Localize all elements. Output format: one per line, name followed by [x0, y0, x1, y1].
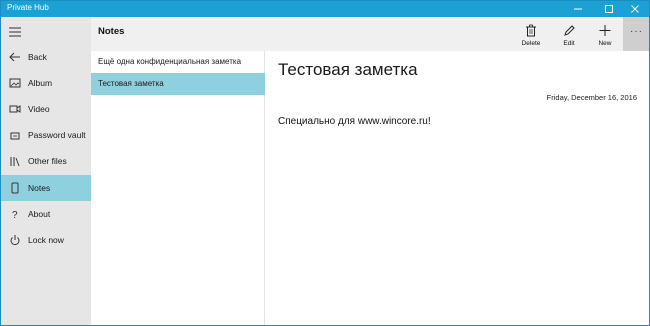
notes-list: Ещё одна конфиденциальная заметка Тестов… — [91, 51, 265, 325]
back-arrow-icon — [9, 52, 20, 62]
edit-label: Edit — [563, 40, 575, 47]
page-title: Notes — [98, 26, 125, 37]
sidebar-item-label: Lock now — [28, 235, 64, 245]
sidebar-item-label: Password vault — [28, 130, 86, 140]
note-title-text: Ещё одна конфиденциальная заметка — [98, 57, 242, 66]
sidebar-item-album[interactable]: Album — [1, 70, 91, 96]
close-icon — [631, 5, 639, 13]
sidebar: Back Album Video Password vault Other fi… — [1, 17, 91, 325]
svg-text:?: ? — [12, 210, 18, 220]
pencil-icon — [564, 25, 575, 36]
sidebar-item-other-files[interactable]: Other files — [1, 148, 91, 174]
sidebar-item-about[interactable]: ? About — [1, 201, 91, 227]
sidebar-item-label: Other files — [28, 156, 67, 166]
sidebar-item-label: Album — [28, 78, 53, 88]
close-button[interactable] — [621, 1, 649, 17]
sidebar-item-password-vault[interactable]: Password vault — [1, 122, 91, 148]
command-bar: Notes Delete Edit New ··· — [91, 17, 649, 51]
maximize-button[interactable] — [595, 1, 623, 17]
note-icon — [11, 182, 19, 194]
list-item[interactable]: Ещё одна конфиденциальная заметка — [91, 51, 265, 73]
sidebar-item-label: Notes — [28, 183, 51, 193]
sidebar-item-video[interactable]: Video — [1, 96, 91, 122]
note-title-text: Тестовая заметка — [98, 79, 164, 88]
plus-icon — [599, 25, 611, 36]
window-title: Private Hub — [7, 3, 49, 12]
maximize-icon — [605, 5, 613, 13]
note-title: Тестовая заметка — [278, 60, 418, 79]
sidebar-item-label: Back — [28, 52, 47, 62]
sidebar-item-back[interactable]: Back — [1, 44, 91, 70]
sidebar-item-notes[interactable]: Notes — [1, 175, 91, 201]
new-label: New — [598, 40, 612, 47]
more-icon: ··· — [630, 26, 643, 37]
delete-button[interactable]: Delete — [513, 17, 549, 51]
trash-icon — [526, 24, 536, 37]
edit-button[interactable]: Edit — [551, 17, 587, 51]
hamburger-icon[interactable] — [7, 24, 23, 40]
more-button[interactable]: ··· — [623, 17, 649, 51]
video-icon — [9, 105, 21, 113]
note-date: Friday, December 16, 2016 — [546, 93, 637, 102]
minimize-button[interactable] — [564, 1, 592, 17]
sidebar-item-label: Video — [28, 104, 50, 114]
sidebar-item-label: About — [28, 209, 51, 219]
image-icon — [9, 78, 21, 88]
list-item[interactable]: Тестовая заметка — [91, 73, 265, 95]
app-window: Private Hub Back Album Video Password va… — [0, 0, 650, 326]
question-icon: ? — [12, 210, 18, 220]
note-viewer: Тестовая заметка Friday, December 16, 20… — [266, 51, 649, 325]
sidebar-item-lock-now[interactable]: Lock now — [1, 227, 91, 253]
title-bar: Private Hub — [1, 1, 649, 17]
note-body: Специально для www.wincore.ru! — [278, 116, 431, 127]
new-button[interactable]: New — [587, 17, 623, 51]
library-icon — [10, 157, 20, 167]
minimize-icon — [574, 8, 582, 10]
key-icon — [10, 132, 20, 140]
delete-label: Delete — [521, 40, 541, 47]
power-icon — [10, 235, 20, 246]
